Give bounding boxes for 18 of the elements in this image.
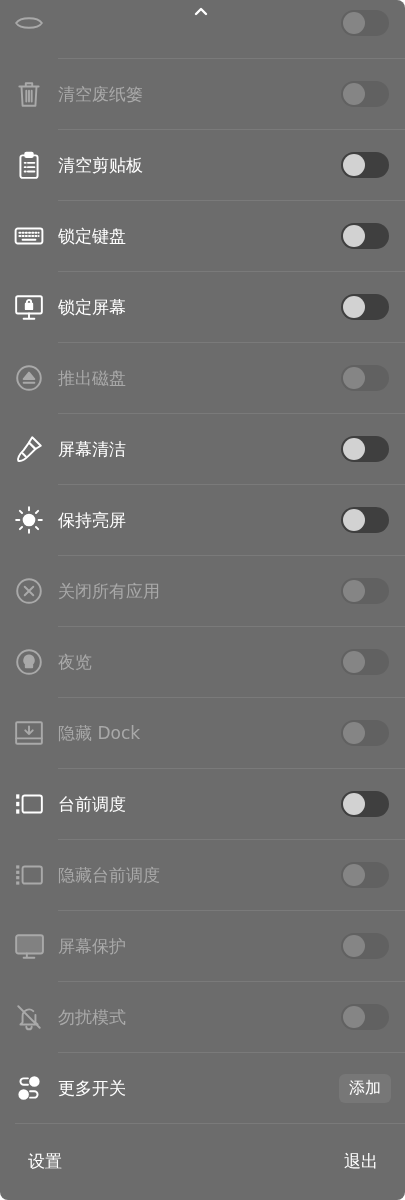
setting-label: 锁定键盘 <box>58 224 127 248</box>
settings-link[interactable]: 设置 <box>28 1150 62 1173</box>
setting-label: 推出磁盘 <box>58 366 127 390</box>
setting-label: 夜览 <box>58 650 93 674</box>
setting-label: 台前调度 <box>58 792 127 816</box>
setting-label: 隐藏 Dock <box>58 721 142 745</box>
setting-label: 保持亮屏 <box>58 508 127 532</box>
setting-label: 屏幕保护 <box>58 934 127 958</box>
setting-label: 隐藏台前调度 <box>58 863 161 887</box>
quit-link[interactable]: 退出 <box>344 1150 378 1173</box>
setting-label: 屏幕清洁 <box>58 437 127 461</box>
setting-label: 勿扰模式 <box>58 1005 127 1029</box>
setting-label: 锁定屏幕 <box>58 295 127 319</box>
add-button[interactable]: 添加 <box>339 1073 391 1103</box>
setting-label: 清空剪贴板 <box>58 153 144 177</box>
setting-label: 更多开关 <box>58 1076 127 1100</box>
setting-label: 清空废纸篓 <box>58 82 144 106</box>
setting-label: 关闭所有应用 <box>58 579 161 603</box>
